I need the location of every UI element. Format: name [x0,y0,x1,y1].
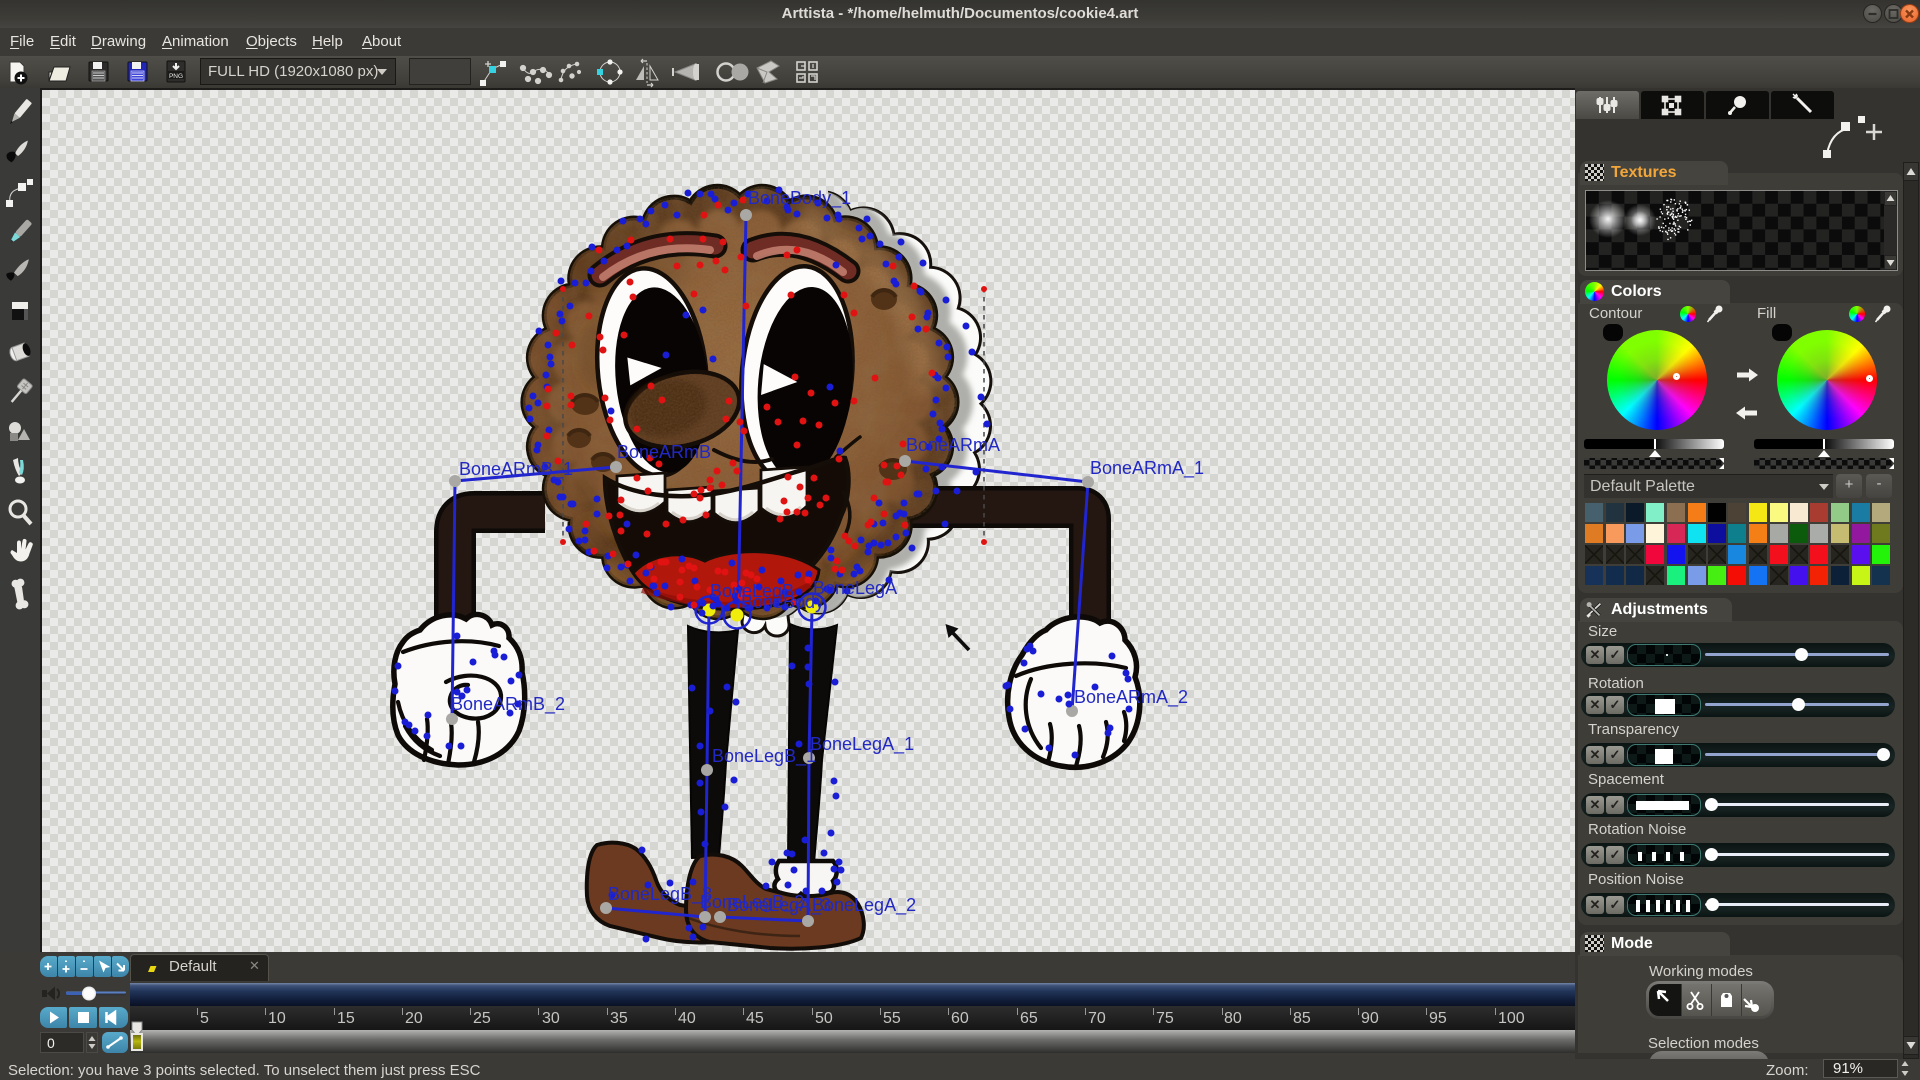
svg-text:BoneARmB: BoneARmB [617,442,711,462]
svg-text:PNG: PNG [169,73,183,80]
svg-text:BoneARmA_2: BoneARmA_2 [1074,687,1188,708]
svg-text:BoneLegA_1: BoneLegA_1 [810,734,914,755]
svg-text:BoneBody: BoneBody [741,592,824,612]
svg-text:BoneLegA_2: BoneLegA_2 [812,895,916,916]
svg-text:BoneARmA: BoneARmA [906,435,1000,455]
svg-text:BoneLegB_3: BoneLegB_3 [608,884,712,905]
svg-text:BoneARmA_1: BoneARmA_1 [1090,458,1204,479]
svg-text:BoneLegA: BoneLegA [813,578,897,598]
svg-text:BoneBody_1: BoneBody_1 [748,188,851,209]
svg-text:BoneARmB_2: BoneARmB_2 [451,694,565,715]
svg-text:BoneARmB_1: BoneARmB_1 [459,459,573,480]
svg-text:BoneLegB_1: BoneLegB_1 [712,746,816,767]
